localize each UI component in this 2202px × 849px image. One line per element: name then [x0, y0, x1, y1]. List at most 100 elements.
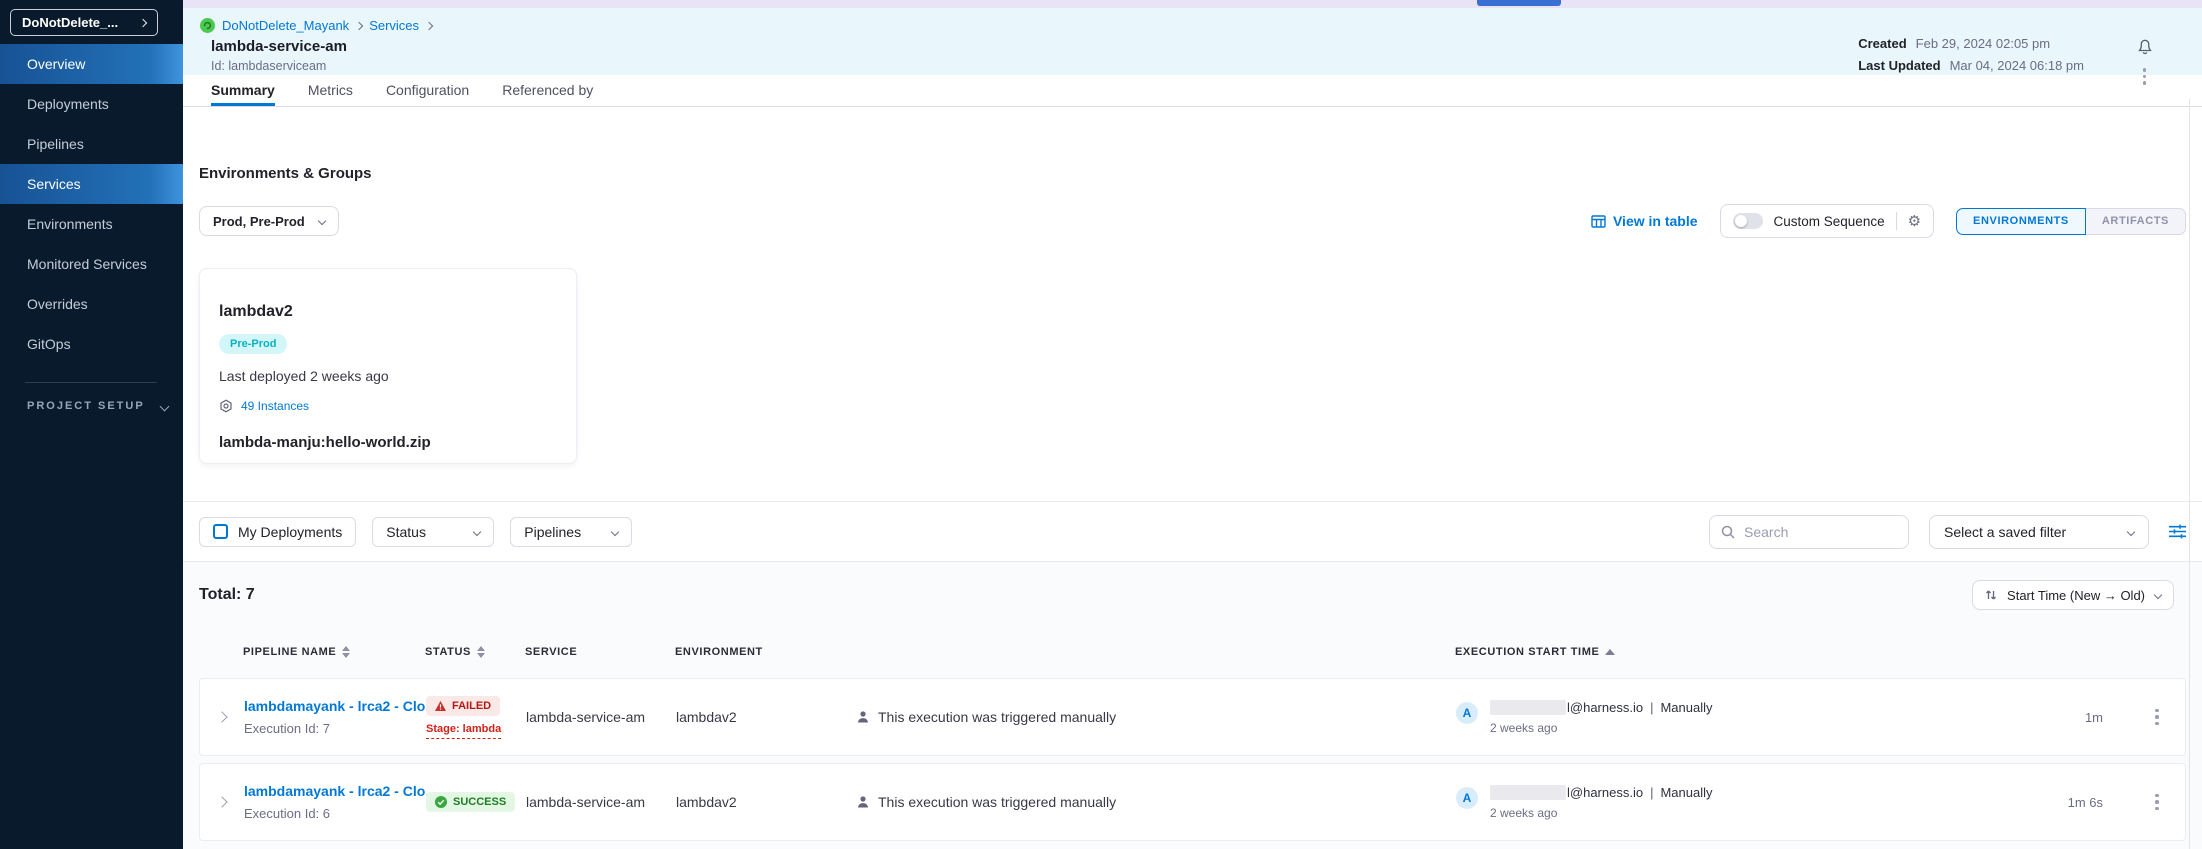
executions-section: Total: 7 Start Time (New → Old) PIPELINE…: [183, 562, 2202, 849]
gear-icon[interactable]: ⚙: [1908, 214, 1921, 229]
row-menu-icon[interactable]: [2151, 705, 2163, 730]
project-setup-label: PROJECT SETUP: [27, 400, 145, 412]
pipeline-link[interactable]: lambdamayank - lrca2 - Clo...: [244, 698, 437, 714]
pipeline-link[interactable]: lambdamayank - lrca2 - Clo...: [244, 783, 437, 799]
updated-value: Mar 04, 2024 06:18 pm: [1950, 58, 2084, 73]
sort-ascending-icon: [1605, 649, 1615, 655]
avatar: A: [1456, 787, 1478, 809]
environment-cell: lambdav2: [676, 709, 856, 725]
tab-configuration[interactable]: Configuration: [386, 75, 469, 106]
status-badge-failed: FAILED: [426, 696, 500, 716]
execution-id: Execution Id: 7: [244, 721, 426, 736]
browser-accent-bar: [1477, 0, 1561, 6]
chevron-down-icon: [611, 527, 619, 535]
environment-card[interactable]: lambdav2 Pre-Prod Last deployed 2 weeks …: [199, 268, 577, 464]
sidebar-item-environments[interactable]: Environments: [0, 204, 183, 244]
chevron-down-icon: [2127, 527, 2135, 535]
row-menu-icon[interactable]: [2151, 790, 2163, 815]
column-pipeline-name[interactable]: PIPELINE NAME: [243, 646, 425, 658]
custom-sequence-control: Custom Sequence ⚙: [1720, 204, 1935, 238]
warning-triangle-icon: [435, 701, 446, 711]
sidebar-item-gitops[interactable]: GitOps: [0, 324, 183, 364]
created-label: Created: [1858, 36, 1906, 51]
redacted-name: [1490, 785, 1566, 800]
pipelines-filter-dropdown[interactable]: Pipelines: [510, 517, 632, 547]
environment-filter-value: Prod, Pre-Prod: [213, 214, 305, 229]
instances-link[interactable]: 49 Instances: [241, 399, 309, 413]
execution-row[interactable]: lambdamayank - lrca2 - Clo... Execution …: [199, 763, 2186, 841]
column-service: SERVICE: [525, 646, 675, 658]
bell-icon[interactable]: [2136, 36, 2154, 61]
sidebar-item-services[interactable]: Services: [0, 164, 183, 204]
tab-summary[interactable]: Summary: [211, 75, 275, 106]
filter-panel-icon[interactable]: [2169, 524, 2186, 539]
sort-dropdown[interactable]: Start Time (New → Old): [1972, 580, 2174, 610]
service-cell: lambda-service-am: [526, 794, 676, 810]
segment-artifacts[interactable]: ARTIFACTS: [2086, 208, 2186, 235]
chevron-down-icon: [473, 527, 481, 535]
triggered-by: l@harness.io | Manually: [1490, 700, 1713, 715]
updated-label: Last Updated: [1858, 58, 1940, 73]
sidebar-item-overrides[interactable]: Overrides: [0, 284, 183, 324]
status-filter-dropdown[interactable]: Status: [372, 517, 494, 547]
sidebar: DoNotDelete_... Overview Deployments Pip…: [0, 0, 183, 849]
column-status[interactable]: STATUS: [425, 646, 525, 658]
browser-top-strip: [183, 0, 2202, 8]
status-badge-success: SUCCESS: [426, 792, 515, 812]
duration: 1m: [2085, 710, 2129, 725]
environment-cell: lambdav2: [676, 794, 856, 810]
column-environment: ENVIRONMENT: [675, 646, 855, 658]
instances-icon: [219, 399, 233, 413]
redacted-name: [1490, 700, 1566, 715]
divider: [1896, 212, 1897, 230]
sidebar-item-monitored-services[interactable]: Monitored Services: [0, 244, 183, 284]
tab-referenced-by[interactable]: Referenced by: [502, 75, 593, 106]
sidebar-item-overview[interactable]: Overview: [0, 44, 183, 84]
triggered-by: l@harness.io | Manually: [1490, 785, 1713, 800]
trigger-text: This execution was triggered manually: [878, 794, 1116, 810]
environment-name: lambdav2: [219, 303, 557, 321]
breadcrumb: DoNotDelete_Mayank Services: [200, 18, 432, 33]
environment-filter-dropdown[interactable]: Prod, Pre-Prod: [199, 206, 339, 236]
search-input[interactable]: [1744, 524, 1894, 540]
sort-direction-icon: [1985, 589, 1997, 601]
sidebar-divider: [25, 382, 157, 383]
saved-filter-dropdown[interactable]: Select a saved filter: [1929, 515, 2149, 549]
environments-artifacts-switch: ENVIRONMENTS ARTIFACTS: [1956, 208, 2186, 235]
checkbox-icon[interactable]: [213, 524, 228, 539]
failed-stage-link[interactable]: Stage: lambda: [426, 723, 501, 739]
header-menu-icon[interactable]: [2139, 64, 2151, 89]
environments-heading: Environments & Groups: [199, 165, 2186, 182]
sidebar-project-setup[interactable]: PROJECT SETUP: [27, 400, 168, 412]
avatar: A: [1456, 702, 1478, 724]
expand-row-icon[interactable]: [216, 796, 227, 807]
execution-row[interactable]: lambdamayank - lrca2 - Clo... Execution …: [199, 678, 2186, 756]
my-deployments-checkbox[interactable]: My Deployments: [199, 517, 356, 547]
divider: |: [1650, 785, 1653, 800]
my-deployments-label: My Deployments: [238, 524, 342, 540]
breadcrumb-services-link[interactable]: Services: [369, 18, 419, 33]
breadcrumb-project-link[interactable]: DoNotDelete_Mayank: [222, 18, 349, 33]
service-id: Id: lambdaserviceam: [211, 59, 326, 73]
trigger-text: This execution was triggered manually: [878, 709, 1116, 725]
tab-metrics[interactable]: Metrics: [308, 75, 353, 106]
meta-block: Created Feb 29, 2024 02:05 pm Last Updat…: [1858, 36, 2084, 80]
expand-row-icon[interactable]: [216, 711, 227, 722]
environments-controls: Prod, Pre-Prod View in table Custom Sequ…: [199, 204, 2186, 238]
execution-id: Execution Id: 6: [244, 806, 426, 821]
main-content: DoNotDelete_Mayank Services lambda-servi…: [183, 8, 2202, 849]
custom-sequence-toggle[interactable]: [1733, 213, 1763, 229]
view-in-table-link[interactable]: View in table: [1591, 213, 1698, 229]
project-selector[interactable]: DoNotDelete_...: [10, 9, 158, 36]
custom-sequence-label: Custom Sequence: [1774, 214, 1885, 229]
scrollbar-track[interactable]: [2189, 99, 2190, 849]
sidebar-item-deployments[interactable]: Deployments: [0, 84, 183, 124]
last-deployed-text: Last deployed 2 weeks ago: [219, 368, 557, 384]
search-box: [1709, 515, 1909, 549]
environment-type-badge: Pre-Prod: [219, 334, 287, 354]
segment-environments[interactable]: ENVIRONMENTS: [1956, 208, 2086, 235]
sidebar-item-pipelines[interactable]: Pipelines: [0, 124, 183, 164]
sidebar-nav: Overview Deployments Pipelines Services …: [0, 44, 183, 364]
artifact-name: lambda-manju:hello-world.zip: [219, 434, 557, 451]
column-execution-start-time[interactable]: EXECUTION START TIME: [1455, 646, 2040, 658]
